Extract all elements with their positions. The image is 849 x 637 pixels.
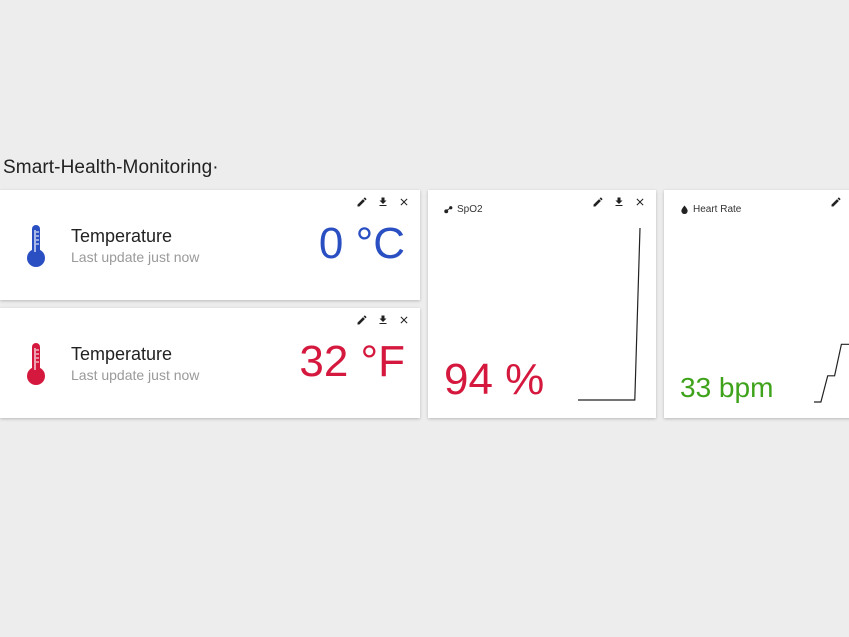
tile-actions [356,314,410,326]
molecule-icon [444,206,453,214]
dashboard-title: Smart-Health-Monitoring· [3,157,219,178]
heart-rate-sparkline [814,343,849,403]
spo2-sparkline [578,227,641,401]
download-icon[interactable] [377,314,389,326]
pencil-icon[interactable] [356,314,368,326]
heart-rate-title: Heart Rate [680,204,741,215]
heart-rate-title-label: Heart Rate [693,204,742,215]
tile-actions [592,196,646,208]
close-icon[interactable] [398,196,410,208]
drop-icon [681,205,688,214]
spo2-sparkline-line [578,227,641,401]
temperature-label: Temperature [71,226,173,246]
spo2-title: SpO2 [444,204,483,215]
thermometer-icon [24,224,48,268]
close-icon[interactable] [634,196,646,208]
spo2-tile: SpO2 94 % [428,190,656,418]
temperature-value: 32 °F [299,337,405,386]
heart-rate-value: 33 bpm [680,372,774,403]
pencil-icon[interactable] [830,196,842,208]
spo2-title-label: SpO2 [457,204,483,215]
download-icon[interactable] [377,196,389,208]
temperature-celsius-tile: Temperature Last update just now 0 °C [0,190,420,300]
last-update-text: Last update just now [71,367,200,383]
download-icon[interactable] [613,196,625,208]
close-icon[interactable] [398,314,410,326]
dashboard-page: Smart-Health-Monitoring· Temperature Las… [0,0,849,637]
temperature-value: 0 °C [318,219,405,268]
heart-rate-tile: Heart Rate 33 bpm [664,190,849,418]
pencil-icon[interactable] [356,196,368,208]
tile-actions [830,196,842,208]
temperature-fahrenheit-tile: Temperature Last update just now 32 °F [0,308,420,418]
temperature-label: Temperature [71,344,173,364]
spo2-value: 94 % [444,355,545,404]
last-update-text: Last update just now [71,249,200,265]
tile-actions [356,196,410,208]
pencil-icon[interactable] [592,196,604,208]
thermometer-icon [24,342,48,386]
heart_rate-sparkline-line [814,343,849,403]
